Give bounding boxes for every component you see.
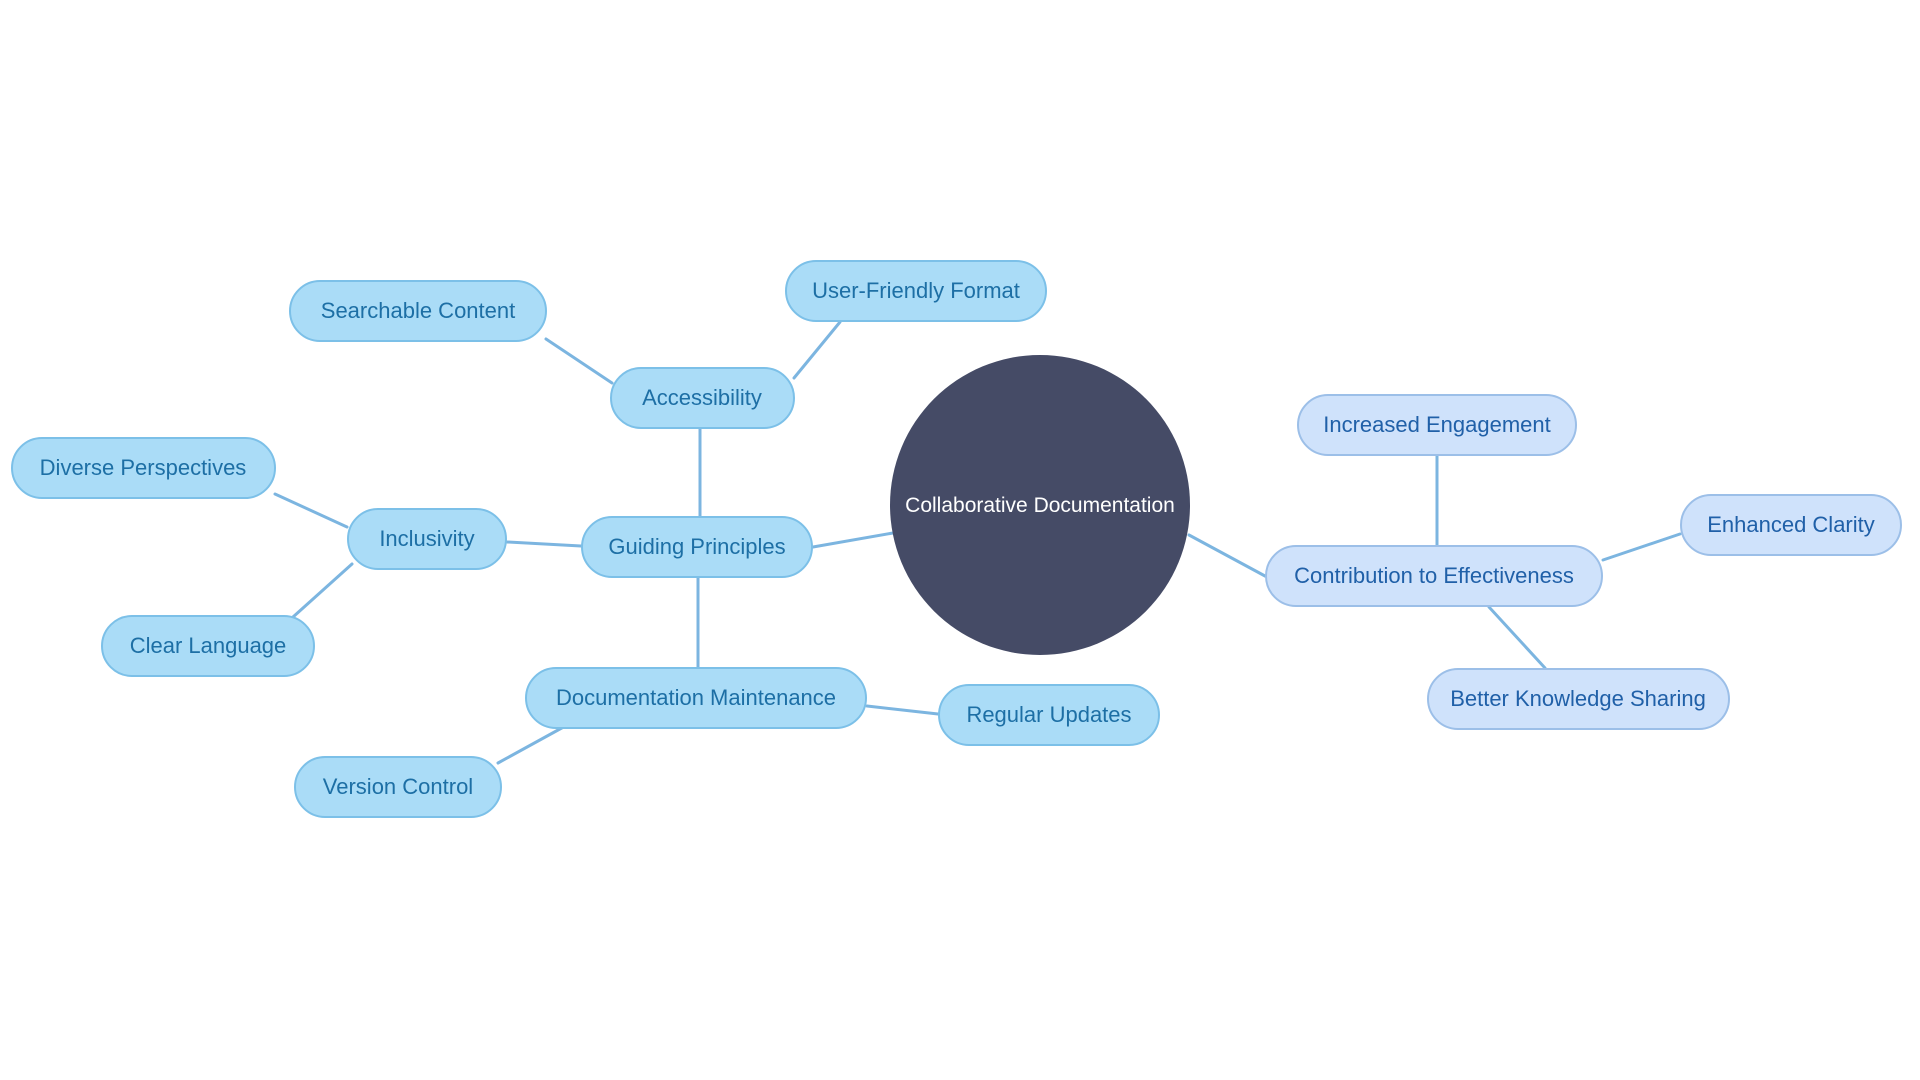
node-regular-updates[interactable]: Regular Updates <box>938 684 1160 746</box>
node-better-knowledge-sharing[interactable]: Better Knowledge Sharing <box>1426 668 1730 730</box>
node-better-knowledge-sharing-label: Better Knowledge Sharing <box>1450 686 1706 711</box>
node-increased-engagement[interactable]: Increased Engagement <box>1297 394 1577 456</box>
node-searchable-content[interactable]: Searchable Content <box>289 280 547 342</box>
node-documentation-maintenance-label: Documentation Maintenance <box>555 685 837 710</box>
node-searchable-content-label: Searchable Content <box>320 298 516 323</box>
node-diverse-perspectives-label: Diverse Perspectives <box>39 455 247 480</box>
node-version-control[interactable]: Version Control <box>294 756 502 818</box>
node-enhanced-clarity-label: Enhanced Clarity <box>1707 512 1875 537</box>
node-increased-engagement-label: Increased Engagement <box>1323 412 1551 437</box>
node-regular-updates-label: Regular Updates <box>966 702 1132 727</box>
node-accessibility[interactable]: Accessibility <box>609 367 795 429</box>
mindmap-canvas: Collaborative Documentation Guiding Princ… <box>0 0 1920 1080</box>
node-diverse-perspectives[interactable]: Diverse Perspectives <box>10 437 276 499</box>
node-layer: Collaborative Documentation Guiding Princ… <box>0 0 1920 1080</box>
node-contribution-to-effectiveness-label: Contribution to Effectiveness <box>1294 563 1574 588</box>
node-user-friendly-format-label: User-Friendly Format <box>812 278 1020 303</box>
root-node-label: Collaborative Documentation <box>905 493 1175 517</box>
node-user-friendly-format[interactable]: User-Friendly Format <box>785 260 1047 322</box>
node-clear-language[interactable]: Clear Language <box>101 615 315 677</box>
node-contribution-to-effectiveness[interactable]: Contribution to Effectiveness <box>1265 545 1603 607</box>
node-version-control-label: Version Control <box>322 774 474 799</box>
node-clear-language-label: Clear Language <box>129 633 287 658</box>
node-accessibility-label: Accessibility <box>642 385 762 410</box>
node-guiding-principles[interactable]: Guiding Principles <box>581 516 813 578</box>
node-documentation-maintenance[interactable]: Documentation Maintenance <box>525 667 867 729</box>
node-guiding-principles-label: Guiding Principles <box>608 534 786 559</box>
node-inclusivity[interactable]: Inclusivity <box>347 508 507 570</box>
root-node[interactable]: Collaborative Documentation <box>890 355 1190 655</box>
node-inclusivity-label: Inclusivity <box>379 526 475 551</box>
node-enhanced-clarity[interactable]: Enhanced Clarity <box>1680 494 1902 556</box>
